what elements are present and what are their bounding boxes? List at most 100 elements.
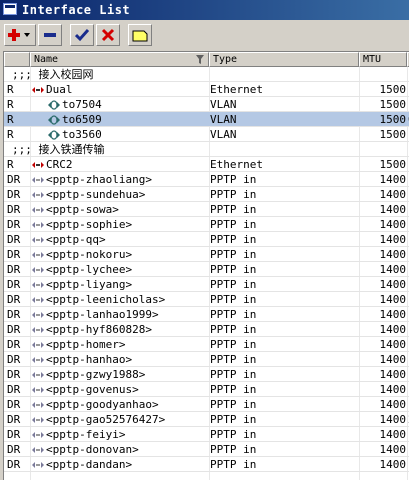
flag-cell: DR	[7, 458, 21, 471]
table-row[interactable]: DR<pptp-feiyi>PPTP in14001	[4, 427, 409, 442]
mtu-cell: 1400	[379, 203, 407, 216]
name-cell: to7504	[31, 97, 224, 112]
flag-cell: R	[7, 128, 14, 141]
table-row[interactable]: DR<pptp-donovan>PPTP in14001	[4, 442, 409, 457]
table-row[interactable]: DR<pptp-gzwy1988>PPTP in14001	[4, 367, 409, 382]
flag-cell: DR	[7, 188, 21, 201]
pptp-icon	[32, 327, 44, 333]
column-header-type[interactable]: Type	[209, 52, 359, 67]
mtu-cell: 1400	[379, 458, 407, 471]
table-row[interactable]: DR<pptp-hanhao>PPTP in14001	[4, 352, 409, 367]
type-cell: PPTP in	[210, 263, 257, 276]
name-cell: <pptp-hanhao>	[31, 352, 208, 367]
type-cell: PPTP in	[210, 383, 257, 396]
interface-table: Name Type MTU T ;;; 接入校园网 R Dual Ethernet 15…	[3, 51, 409, 480]
table-row[interactable]: DR<pptp-liyang>PPTP in14001	[4, 277, 409, 292]
column-header-flag[interactable]	[4, 52, 30, 67]
checkmark-icon	[75, 29, 89, 42]
mtu-cell: 1500	[379, 83, 407, 96]
type-cell: PPTP in	[210, 323, 257, 336]
table-row[interactable]: Rto7504VLAN15001	[4, 97, 409, 112]
pptp-icon	[32, 297, 44, 303]
mtu-cell: 1500	[379, 98, 407, 111]
table-row[interactable]: DR<pptp-sowa>PPTP in14001	[4, 202, 409, 217]
table-row[interactable]: DR<pptp-govenus>PPTP in14001	[4, 382, 409, 397]
table-row[interactable]: DR<pptp-qq>PPTP in14001	[4, 232, 409, 247]
name-cell: <pptp-donovan>	[31, 442, 208, 457]
table-row[interactable]: RDualEthernet15001	[4, 82, 409, 97]
interface-name: <pptp-donovan>	[46, 443, 139, 456]
name-cell: <pptp-lychee>	[31, 262, 208, 277]
table-row[interactable]: DR<pptp-lychee>PPTP in14001	[4, 262, 409, 277]
mtu-cell: 1400	[379, 413, 407, 426]
table-row[interactable]: Rto6509VLAN15000	[4, 112, 409, 127]
comment-row[interactable]: ;;; 接入校园网	[4, 67, 409, 82]
flag-cell: DR	[7, 263, 21, 276]
interface-name: <pptp-goodyanhao>	[46, 398, 159, 411]
plus-dropdown-icon	[8, 29, 30, 41]
type-cell: PPTP in	[210, 458, 257, 471]
flag-cell: DR	[7, 233, 21, 246]
type-cell: PPTP in	[210, 218, 257, 231]
type-cell: PPTP in	[210, 368, 257, 381]
table-row[interactable]: DR<pptp-goodyanhao>PPTP in14001	[4, 397, 409, 412]
pptp-icon	[32, 357, 44, 363]
flag-cell: DR	[7, 398, 21, 411]
table-row[interactable]: RCRC2Ethernet15001	[4, 157, 409, 172]
type-cell: PPTP in	[210, 308, 257, 321]
comment-row[interactable]: ;;; 接入铁通传输	[4, 142, 409, 157]
pptp-icon	[32, 402, 44, 408]
enable-button[interactable]	[70, 24, 94, 46]
flag-cell: DR	[7, 383, 21, 396]
mtu-cell: 1400	[379, 383, 407, 396]
remove-button[interactable]	[38, 24, 62, 46]
type-cell: VLAN	[210, 113, 237, 126]
interface-name: <pptp-nokoru>	[46, 248, 133, 261]
interface-name: <pptp-liyang>	[46, 278, 133, 291]
type-cell: PPTP in	[210, 353, 257, 366]
table-row[interactable]: DR<pptp-sundehua>PPTP in14001	[4, 187, 409, 202]
comment-button[interactable]	[128, 24, 152, 46]
name-cell: <pptp-hyf860828>	[31, 322, 208, 337]
pptp-icon	[32, 417, 44, 423]
mtu-cell: 1500	[379, 158, 407, 171]
interface-name: <pptp-leenicholas>	[46, 293, 166, 306]
add-button[interactable]	[4, 24, 36, 46]
window-title: Interface List	[22, 3, 131, 17]
table-row[interactable]: DR<pptp-leenicholas>PPTP in14001	[4, 292, 409, 307]
disable-button[interactable]	[96, 24, 120, 46]
name-cell: <pptp-sowa>	[31, 202, 208, 217]
column-header-mtu[interactable]: MTU	[359, 52, 407, 67]
table-row[interactable]: Rto3560VLAN15001	[4, 127, 409, 142]
title-bar[interactable]: Interface List	[0, 0, 409, 20]
type-cell: Ethernet	[210, 158, 263, 171]
mtu-cell: 1400	[379, 263, 407, 276]
name-cell: <pptp-zhaoliang>	[31, 172, 208, 187]
table-row[interactable]: DR<pptp-gao52576427>PPTP in14002	[4, 412, 409, 427]
vlan-icon	[48, 100, 60, 110]
pptp-icon	[32, 447, 44, 453]
type-cell: PPTP in	[210, 413, 257, 426]
vlan-icon	[48, 115, 60, 125]
interface-name: <pptp-dandan>	[46, 458, 133, 471]
name-cell: <pptp-homer>	[31, 337, 208, 352]
interface-name: CRC2	[46, 158, 73, 171]
table-row[interactable]: DR<pptp-lanhao1999>PPTP in14001	[4, 307, 409, 322]
type-cell: PPTP in	[210, 428, 257, 441]
name-cell: <pptp-feiyi>	[31, 427, 208, 442]
table-row[interactable]: DR<pptp-homer>PPTP in14001	[4, 337, 409, 352]
name-cell: <pptp-qq>	[31, 232, 208, 247]
table-row[interactable]: DR<pptp-dandan>PPTP in14001	[4, 457, 409, 472]
column-header-name[interactable]: Name	[30, 52, 209, 67]
table-row[interactable]: DR<pptp-sophie>PPTP in14001	[4, 217, 409, 232]
pptp-icon	[32, 432, 44, 438]
interface-list-window: Interface List Name Type MTU ;;; 接入校园网 R…	[0, 0, 409, 480]
table-row[interactable]: DR<pptp-nokoru>PPTP in14001	[4, 247, 409, 262]
mtu-cell: 1400	[379, 308, 407, 321]
filter-icon[interactable]	[196, 55, 204, 64]
type-cell: PPTP in	[210, 293, 257, 306]
table-row[interactable]: DR<pptp-zhaoliang>PPTP in14001	[4, 172, 409, 187]
mtu-cell: 1400	[379, 233, 407, 246]
interface-name: <pptp-sowa>	[46, 203, 119, 216]
table-row[interactable]: DR<pptp-hyf860828>PPTP in14001	[4, 322, 409, 337]
